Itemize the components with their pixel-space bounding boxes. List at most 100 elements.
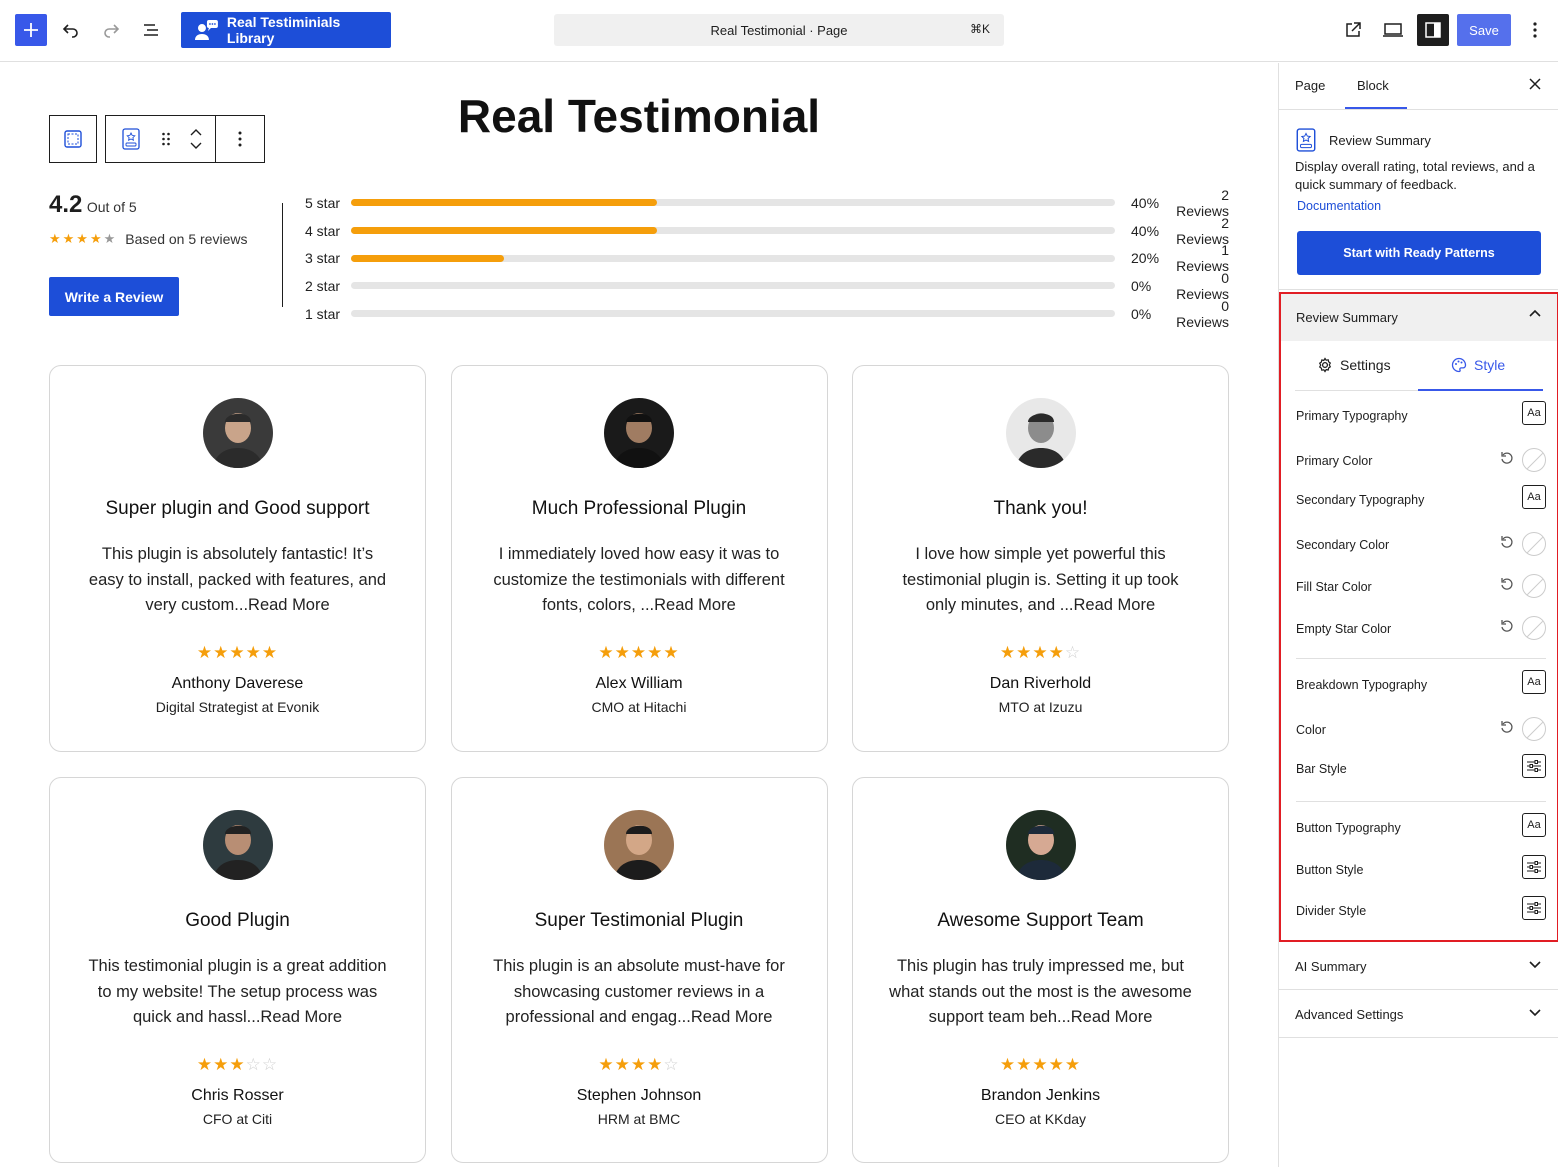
documentation-link[interactable]: Documentation <box>1297 199 1381 213</box>
primary-typography-label: Primary Typography <box>1296 409 1408 423</box>
command-palette-bar[interactable]: Real Testimonial · Page ⌘K <box>554 14 1004 46</box>
desktop-icon <box>1383 23 1403 37</box>
breakdown-label: 4 star <box>305 222 341 239</box>
typography-icon[interactable]: Aa <box>1522 670 1546 694</box>
palette-icon <box>1451 357 1467 373</box>
sliders-icon[interactable] <box>1522 896 1546 920</box>
close-icon <box>1529 78 1541 90</box>
person-photo-icon <box>1005 810 1076 880</box>
editor-canvas: Real Testimonial 4.2 Out of 5 ★★★★★ Base… <box>0 63 1278 1167</box>
gear-icon <box>1318 357 1332 373</box>
chevron-down-icon <box>1529 1009 1541 1017</box>
options-menu-button[interactable] <box>1519 14 1551 46</box>
sliders-icon[interactable] <box>1522 754 1546 778</box>
avatar <box>1005 810 1076 880</box>
user-chat-icon <box>194 20 218 40</box>
breakdown-row: 5 star 40% 2 Reviews <box>305 187 1229 219</box>
options-divider <box>1296 658 1546 659</box>
testimonials-library-button[interactable]: Real Testiminials Library <box>181 12 391 48</box>
plus-icon <box>24 23 38 37</box>
advanced-settings-label: Advanced Settings <box>1295 1007 1404 1022</box>
testimonial-card: Much Professional Plugin I immediately lo… <box>450 365 828 752</box>
select-parent-button[interactable] <box>49 115 97 163</box>
reset-icon[interactable] <box>1500 535 1514 549</box>
secondary-color-label: Secondary Color <box>1296 538 1390 552</box>
tab-page[interactable]: Page <box>1295 78 1325 93</box>
save-button[interactable]: Save <box>1457 14 1511 46</box>
typography-icon[interactable]: Aa <box>1522 485 1546 509</box>
drag-handle-icon <box>162 132 171 146</box>
rating-summary: 4.2 Out of 5 ★★★★★ Based on 5 reviews Wr… <box>49 191 269 316</box>
testimonial-text: This plugin has truly impressed me, but … <box>889 957 1192 1027</box>
more-vertical-icon <box>238 131 242 147</box>
bar-style-label: Bar Style <box>1296 762 1347 776</box>
color-swatch-empty[interactable] <box>1522 532 1546 556</box>
testimonial-author: Alex William <box>595 674 683 692</box>
testimonial-text: This plugin is an absolute must-have for… <box>493 957 785 1027</box>
chevron-down-icon[interactable] <box>190 142 202 150</box>
color-swatch-empty[interactable] <box>1522 717 1546 741</box>
block-type-button[interactable] <box>106 128 156 150</box>
block-options-button[interactable] <box>215 115 265 163</box>
write-review-button[interactable]: Write a Review <box>49 277 179 316</box>
breakdown-typography-label: Breakdown Typography <box>1296 678 1428 692</box>
settings-sidebar-toggle[interactable] <box>1417 14 1449 46</box>
breakdown-bar-track <box>351 227 1115 235</box>
color-swatch-empty[interactable] <box>1522 574 1546 598</box>
ready-patterns-button[interactable]: Start with Ready Patterns <box>1297 231 1541 275</box>
breakdown-reviews: 0 Reviews <box>1176 297 1229 330</box>
breakdown-bar-track <box>351 282 1115 290</box>
typography-icon[interactable]: Aa <box>1522 401 1546 425</box>
tab-style[interactable]: Style <box>1451 357 1505 373</box>
redo-button[interactable] <box>95 14 127 46</box>
reset-icon[interactable] <box>1500 619 1514 633</box>
active-tab-indicator <box>1345 107 1407 109</box>
rating-scale: Out of 5 <box>86 199 137 215</box>
review-summary-panel-header[interactable]: Review Summary <box>1281 294 1557 341</box>
reset-icon[interactable] <box>1500 577 1514 591</box>
close-sidebar-button[interactable] <box>1529 77 1541 95</box>
testimonial-author: Anthony Daverese <box>171 674 304 692</box>
testimonial-role: CMO at Hitachi <box>591 698 687 715</box>
document-overview-button[interactable] <box>135 14 167 46</box>
tab-block[interactable]: Block <box>1357 78 1389 93</box>
color-swatch-empty[interactable] <box>1522 448 1546 472</box>
testimonial-title: Much Professional Plugin <box>531 498 747 519</box>
reset-icon[interactable] <box>1500 720 1514 734</box>
testimonial-stars: ★★★★★ <box>999 1054 1082 1074</box>
preview-device-button[interactable] <box>1377 14 1409 46</box>
testimonial-text: This testimonial plugin is a great addit… <box>88 957 387 1027</box>
person-photo-icon <box>202 810 273 880</box>
sliders-icon[interactable] <box>1522 855 1546 879</box>
breakdown-bar-track <box>351 310 1115 318</box>
typography-icon[interactable]: Aa <box>1522 813 1546 837</box>
no-color-icon <box>1526 452 1544 470</box>
testimonial-author: Chris Rosser <box>191 1086 284 1104</box>
undo-button[interactable] <box>55 14 87 46</box>
testimonial-title: Super Testimonial Plugin <box>534 910 744 931</box>
testimonial-text: I immediately loved how easy it was to c… <box>493 545 785 615</box>
add-block-button[interactable] <box>15 14 47 46</box>
button-typography-label: Button Typography <box>1296 821 1401 835</box>
testimonial-card: Thank you! I love how simple yet powerful… <box>852 365 1229 752</box>
testimonial-title: Thank you! <box>993 498 1088 519</box>
view-page-button[interactable] <box>1337 14 1369 46</box>
tab-settings[interactable]: Settings <box>1317 357 1391 373</box>
reset-icon[interactable] <box>1500 451 1514 465</box>
testimonial-author: Dan Riverhold <box>989 674 1092 692</box>
testimonial-card: Super Testimonial Plugin This plugin is a… <box>450 777 828 1163</box>
testimonial-stars: ★★★★☆ <box>999 642 1082 662</box>
chevron-up-icon[interactable] <box>190 128 202 136</box>
settings-sliders-icon <box>1527 760 1541 772</box>
avatar <box>604 398 674 468</box>
person-photo-icon <box>604 810 674 880</box>
drag-handle[interactable] <box>156 131 178 147</box>
breakdown-row: 2 star 0% 0 Reviews <box>305 270 1229 302</box>
average-rating: 4.2 <box>49 191 83 218</box>
testimonial-role: CFO at Citi <box>202 1110 273 1127</box>
advanced-settings-panel-toggle[interactable]: Advanced Settings <box>1279 990 1558 1038</box>
ai-summary-panel-toggle[interactable]: AI Summary <box>1279 942 1558 990</box>
no-color-icon <box>1526 721 1544 739</box>
testimonial-text: I love how simple yet powerful this test… <box>902 545 1179 615</box>
color-swatch-empty[interactable] <box>1522 616 1546 640</box>
